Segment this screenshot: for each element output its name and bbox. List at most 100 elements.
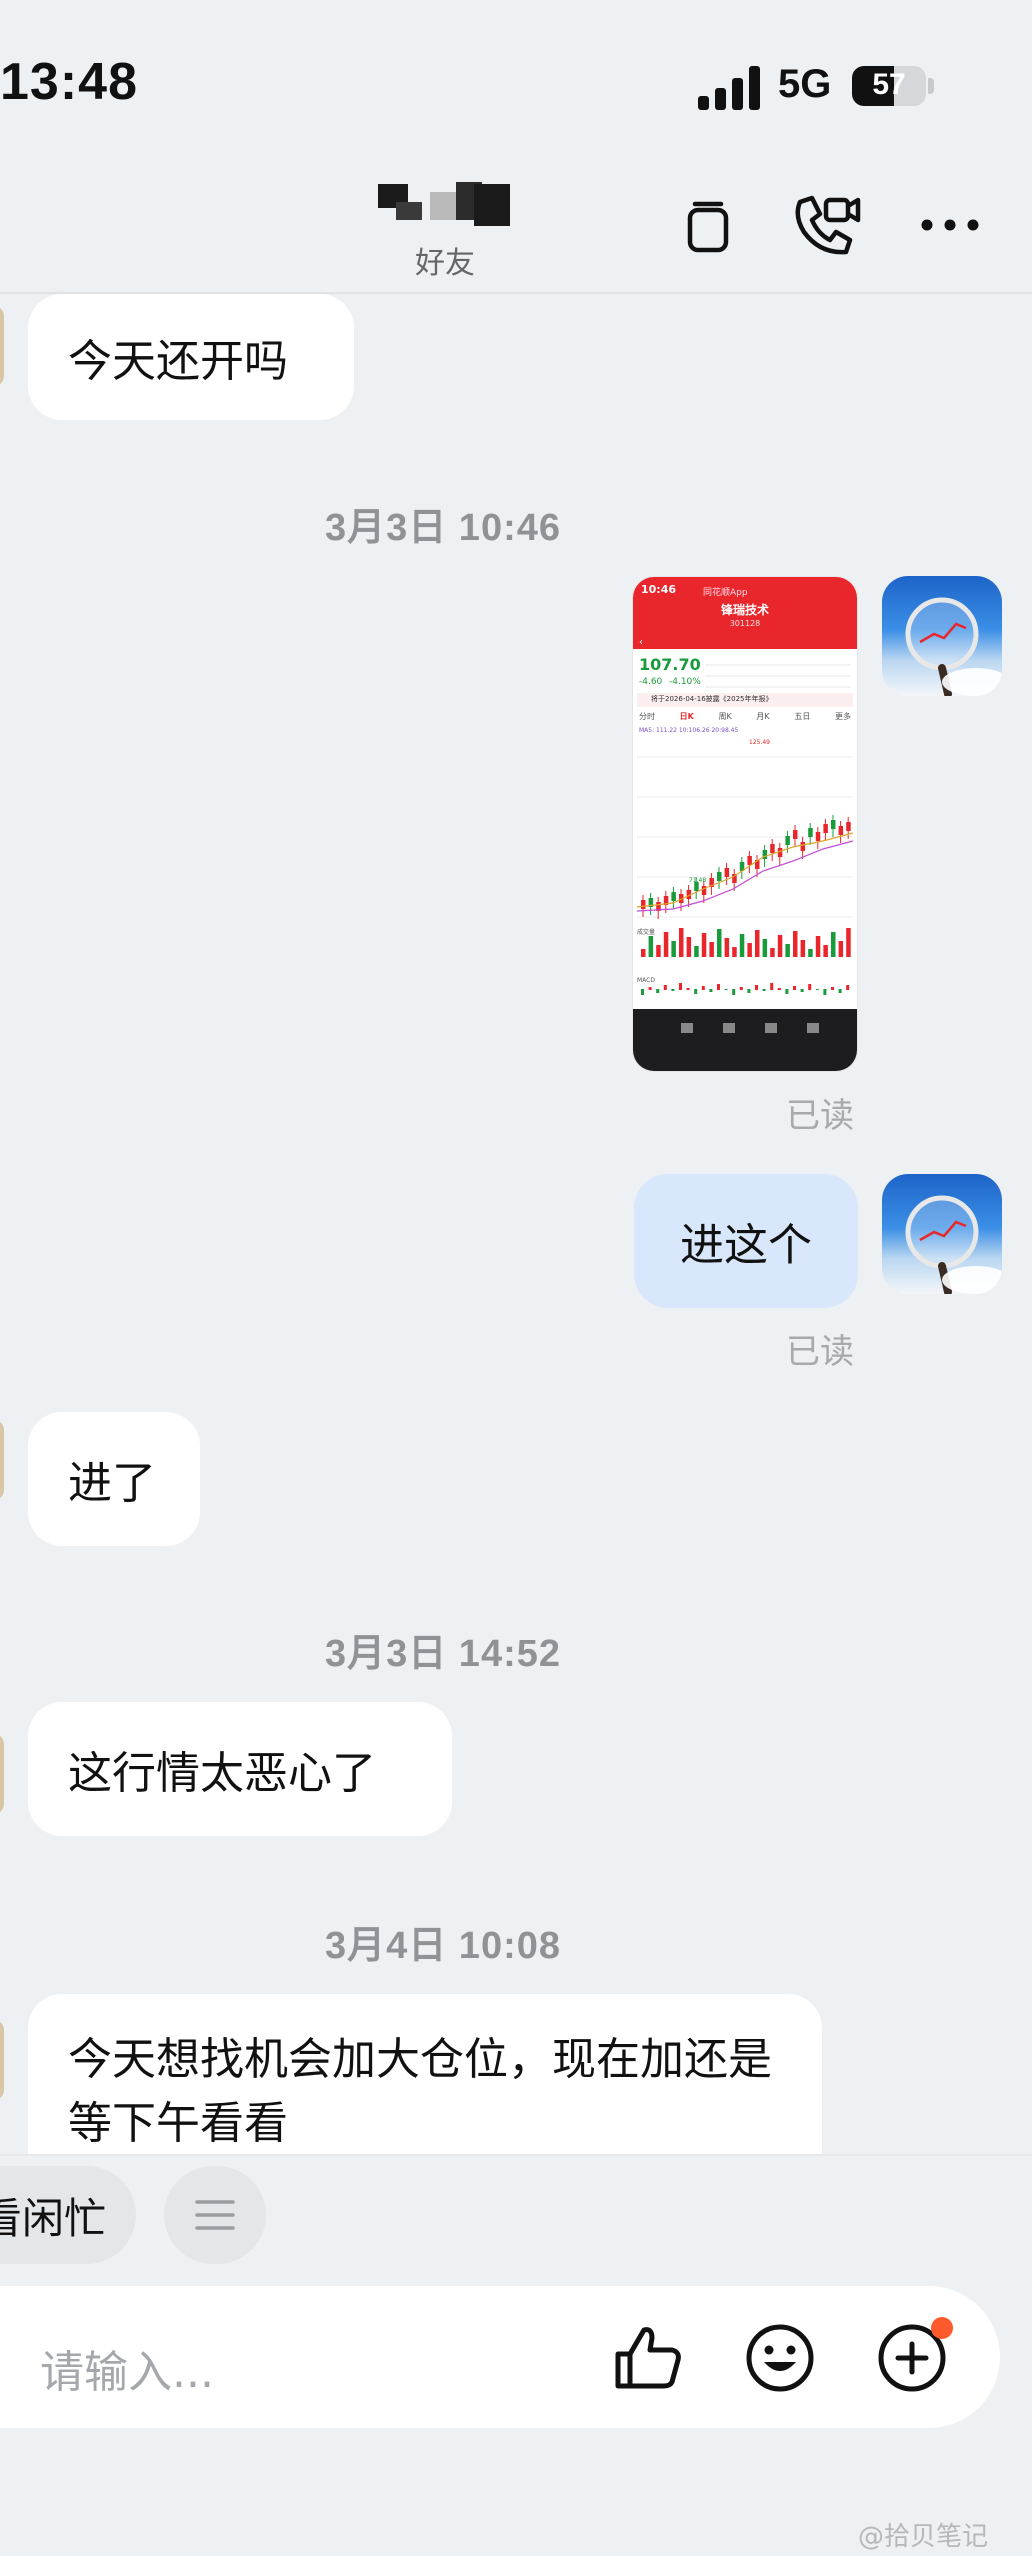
image-volume-bar: [656, 945, 661, 957]
image-candle: [838, 826, 844, 835]
read-receipt: 已读: [786, 1096, 854, 1136]
quick-reply-chip[interactable]: 看闲忙: [0, 2166, 136, 2264]
image-macd-bar: [800, 989, 804, 992]
battery-tip: [928, 78, 934, 94]
timestamp: 3月3日 14:52: [324, 1633, 561, 1675]
image-volume-bar: [800, 940, 806, 957]
image-volume-bar: [808, 949, 813, 957]
image-candle: [785, 836, 790, 845]
image-period-tab: 更多: [834, 712, 851, 721]
thumbs-up-icon[interactable]: [612, 2322, 684, 2394]
image-back-icon: ‹: [639, 637, 643, 648]
message-input-placeholder[interactable]: 请输入...: [40, 2336, 214, 2400]
image-candle: [800, 842, 806, 851]
message-text: 今天想找机会加大仓位，现在加还是等下午看看: [68, 2034, 772, 2149]
my-avatar[interactable]: [882, 576, 1002, 696]
status-time: 13:48: [0, 53, 138, 111]
quick-reply-menu-button[interactable]: [164, 2166, 266, 2264]
image-volume-bar: [709, 942, 714, 957]
quick-reply-label: 看闲忙: [0, 2193, 106, 2243]
image-candle: [770, 844, 775, 853]
image-macd-bar: [709, 989, 713, 992]
peer-avatar[interactable]: [0, 1734, 4, 1814]
message-list-edge: [0, 2154, 1032, 2156]
image-period-tab: 月K: [756, 712, 770, 721]
image-volume-label: 成交量: [637, 929, 656, 936]
image-macd-bar: [808, 984, 812, 990]
image-macd-bar: [671, 989, 675, 991]
image-quote-grid: [705, 655, 851, 689]
message-bubble-peer[interactable]: 今天想找机会加大仓位，现在加还是等下午看看: [28, 1994, 822, 2154]
image-stock-name: 锋瑞技术: [720, 603, 769, 617]
image-volume-bar: [777, 935, 783, 957]
message-text: 这行情太恶心了: [68, 1748, 376, 1799]
image-period-tab: 日K: [679, 712, 694, 721]
stock-screenshot-image[interactable]: 10:46 同花顺App 锋瑞技术 301128 ‹ 107.70 -4.60 …: [632, 576, 858, 1072]
image-period-tab: 五日: [794, 712, 811, 721]
battery-icon: 57: [852, 66, 926, 106]
image-status-time: 10:46: [641, 583, 677, 596]
image-macd-bar: [732, 989, 736, 995]
image-macd-label: MACD: [637, 977, 655, 984]
battery-level: 57: [872, 68, 906, 101]
image-volume-bar: [663, 932, 669, 957]
image-macd-bar: [785, 989, 789, 994]
message-bubble-peer[interactable]: 进了: [28, 1412, 200, 1546]
image-volume-bar: [815, 936, 821, 957]
image-low-label: 71.48: [689, 877, 707, 884]
message-bubble-peer[interactable]: 今天还开吗: [28, 294, 354, 420]
image-macd-bar: [777, 988, 781, 990]
image-macd-bar: [717, 984, 720, 990]
image-volume-bar: [747, 943, 752, 957]
image-macd-bar: [770, 983, 774, 990]
add-icon[interactable]: [876, 2316, 956, 2396]
video-call-icon[interactable]: [790, 192, 862, 258]
peer-avatar[interactable]: [0, 1420, 4, 1500]
image-macd-bar: [641, 989, 644, 995]
image-volume-bar: [724, 938, 730, 957]
image-volume-bar: [694, 946, 699, 957]
list-icon: [195, 2200, 235, 2230]
image-kline-chart: [633, 756, 857, 1071]
image-candle: [823, 824, 828, 833]
image-volume-bar: [762, 939, 768, 957]
image-macd-bar: [724, 989, 728, 990]
emoji-icon[interactable]: [744, 2322, 816, 2394]
image-macd-bar: [823, 989, 827, 995]
image-macd-bar: [815, 989, 819, 990]
image-macd-bar: [663, 985, 667, 990]
image-macd-bar: [846, 985, 850, 990]
image-macd-bar: [747, 989, 751, 993]
image-macd-bar: [831, 987, 834, 990]
image-ma-label: MA5: 111.22 10:106.26 20:98.45: [639, 727, 739, 734]
image-macd-bar: [679, 983, 682, 990]
cellular-signal-icon: [698, 66, 762, 110]
peer-avatar[interactable]: [0, 306, 4, 386]
image-volume-bar: [641, 949, 646, 957]
image-volume-bar: [648, 936, 654, 957]
image-candle: [815, 832, 821, 841]
image-candle: [777, 848, 783, 857]
image-period-tab: 周K: [718, 712, 732, 721]
peer-avatar[interactable]: [0, 2020, 4, 2100]
contact-subtitle: 好友: [415, 246, 475, 281]
message-text: 今天还开吗: [68, 336, 288, 387]
more-icon[interactable]: [920, 218, 980, 232]
timestamp: 3月3日 10:46: [324, 507, 561, 549]
image-volume-bar: [755, 930, 760, 957]
image-macd-bar: [762, 989, 766, 991]
image-candle: [671, 892, 676, 901]
image-change: -4.60: [639, 677, 663, 687]
message-bubble-peer[interactable]: 这行情太恶心了: [28, 1702, 452, 1836]
message-bubble-me[interactable]: 进这个: [634, 1174, 858, 1308]
image-macd-bar: [686, 988, 690, 990]
image-candle: [747, 856, 752, 865]
image-macd-bar: [701, 986, 705, 990]
image-period-tab: 分时: [639, 712, 655, 721]
image-candle: [641, 900, 646, 909]
image-volume-bar: [739, 934, 745, 957]
image-macd-bar: [739, 987, 743, 990]
phone-dock-icon[interactable]: [678, 196, 738, 256]
my-avatar[interactable]: [882, 1174, 1002, 1294]
image-candle: [762, 850, 768, 859]
